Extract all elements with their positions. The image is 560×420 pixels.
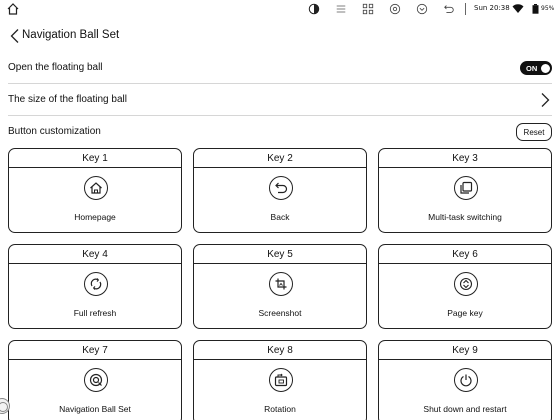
status-divider [465,3,466,15]
key-title: Key 6 [379,245,551,264]
section-title: Button customization [8,126,101,137]
key-title: Key 1 [9,149,181,168]
battery-icon [532,4,539,14]
key-title: Key 8 [194,341,366,360]
screenshot-icon [269,272,293,296]
home-icon [84,176,108,200]
key-label: Full refresh [73,308,117,318]
key-label: Screenshot [258,308,302,318]
key-title: Key 3 [379,149,551,168]
key-title: Key 5 [194,245,366,264]
status-time: Sun 20:38 [474,4,510,12]
key-card-5[interactable]: Key 5 Screenshot [193,244,367,329]
key-card-9[interactable]: Key 9 Shut down and restart [378,340,552,420]
home-icon[interactable] [6,2,20,16]
page-header: Navigation Ball Set [0,26,560,46]
key-label: Page key [447,308,483,318]
button-customization-section: Button customization Reset [8,122,552,142]
return-icon[interactable] [442,2,456,16]
page-title: Navigation Ball Set [22,29,120,41]
open-floating-ball-label: Open the floating ball [8,62,103,73]
toggle-state-text: ON [526,63,538,73]
chevron-circle-icon[interactable] [415,2,429,16]
multitask-icon [454,176,478,200]
apps-grid-icon[interactable] [361,2,375,16]
page-updown-icon [454,272,478,296]
key-label: Rotation [264,404,296,414]
reset-button[interactable]: Reset [516,123,552,141]
key-title: Key 9 [379,341,551,360]
status-bar: Sun 20:38 95% [0,0,560,18]
chevron-right-icon [541,93,550,107]
key-label: Homepage [74,212,116,222]
key-label: Navigation Ball Set [59,404,131,414]
key-card-7[interactable]: Key 7 Navigation Ball Set [8,340,182,420]
wifi-icon [512,4,524,13]
open-floating-ball-row: Open the floating ball ON [8,52,552,84]
battery-percent: 95% [541,5,555,12]
key-card-1[interactable]: Key 1 Homepage [8,148,182,233]
key-card-3[interactable]: Key 3 Multi-task switching [378,148,552,233]
key-card-8[interactable]: Key 8 Rotation [193,340,367,420]
back-chevron-icon[interactable] [9,28,21,44]
navigation-ball-icon [84,368,108,392]
key-label: Back [270,212,290,222]
rotation-icon [269,368,293,392]
key-label: Shut down and restart [423,404,507,414]
status-icons [307,2,469,16]
back-arrow-icon [269,176,293,200]
key-card-4[interactable]: Key 4 Full refresh [8,244,182,329]
key-card-2[interactable]: Key 2 Back [193,148,367,233]
floating-ball-size-row[interactable]: The size of the floating ball [8,84,552,116]
menu-icon[interactable] [334,2,348,16]
floating-ball-toggle[interactable]: ON [520,61,552,75]
contrast-icon[interactable] [307,2,321,16]
floating-ball-size-label: The size of the floating ball [8,94,127,105]
key-title: Key 7 [9,341,181,360]
key-title: Key 2 [194,149,366,168]
key-title: Key 4 [9,245,181,264]
settings-ring-icon[interactable] [388,2,402,16]
key-card-6[interactable]: Key 6 Page key [378,244,552,329]
toggle-knob [539,62,551,74]
power-icon [454,368,478,392]
key-label: Multi-task switching [428,212,502,222]
refresh-icon [84,272,108,296]
